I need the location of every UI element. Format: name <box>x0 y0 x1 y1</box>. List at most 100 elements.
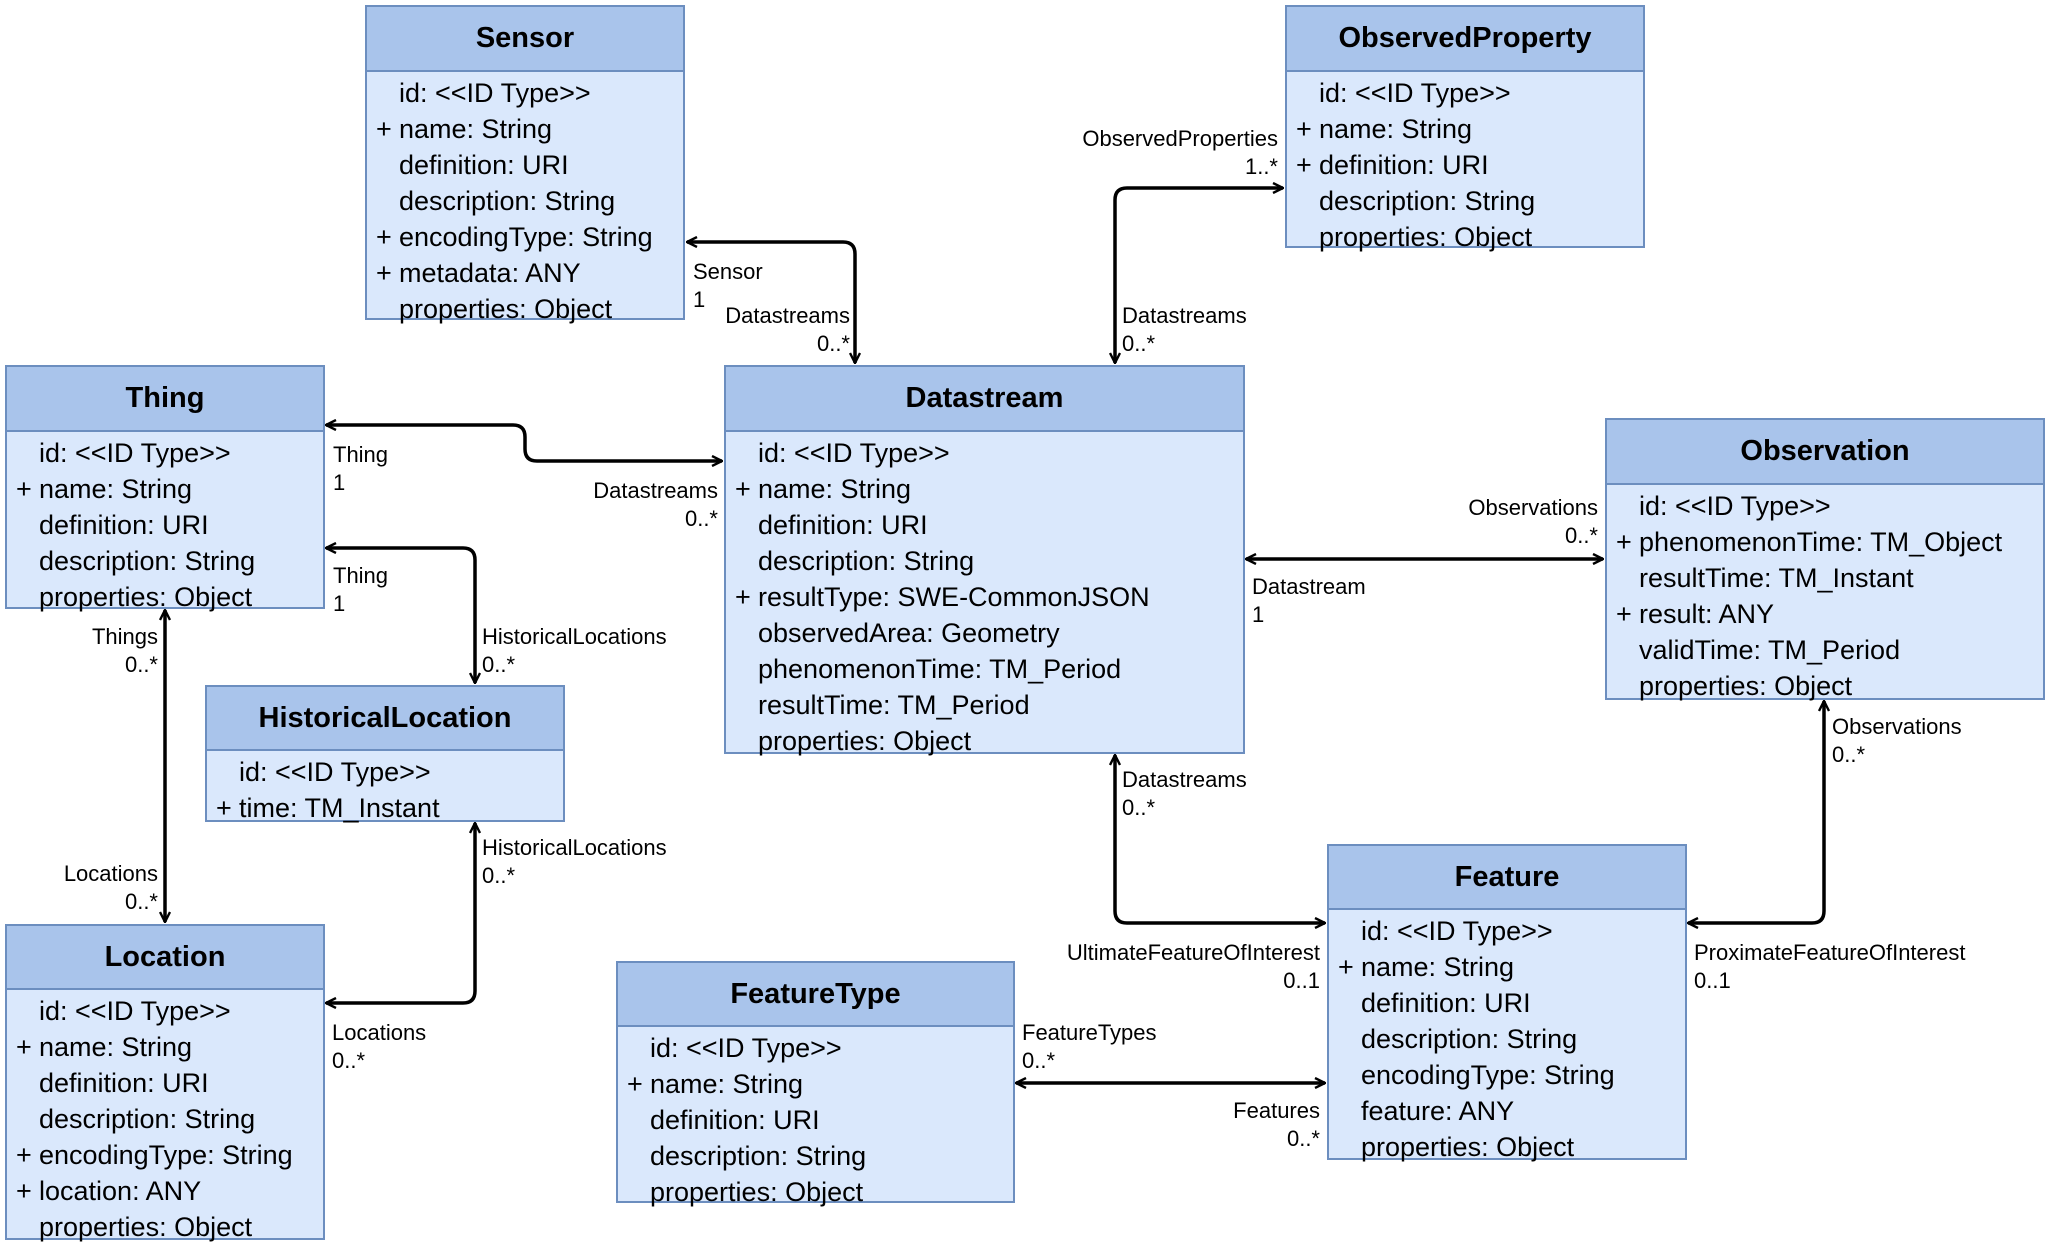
attribute-text: id: <<ID Type>> <box>1639 491 1831 521</box>
class-datastream[interactable]: Datastream id: <<ID Type>> + name: String d… <box>724 365 1245 756</box>
role-label-thing: Thing 1 <box>333 441 388 497</box>
multiplicity: 0..1 <box>1283 968 1320 993</box>
attribute-text: phenomenonTime: TM_Object <box>1639 527 2003 557</box>
attribute-text: properties: Object <box>650 1177 864 1207</box>
attribute-row: id: <<ID Type>> <box>1607 488 2043 524</box>
class-observedproperty[interactable]: ObservedProperty id: <<ID Type>> + name: S… <box>1285 5 1645 252</box>
visibility-marker: + <box>735 474 751 504</box>
multiplicity: 0..* <box>124 652 158 677</box>
role-label-thing: Thing 1 <box>333 562 388 618</box>
attribute-row: + encodingType: String <box>367 219 683 255</box>
attribute-text: id: <<ID Type>> <box>650 1033 842 1063</box>
multiplicity: 0..* <box>816 331 850 356</box>
attribute-text: definition: URI <box>650 1105 820 1135</box>
attribute-text: resultTime: TM_Instant <box>1639 563 1914 593</box>
attribute-row: description: String <box>1329 1021 1685 1057</box>
attribute-list: id: <<ID Type>> + name: String + definition:… <box>1287 72 1643 252</box>
attribute-text: encodingType: String <box>399 222 653 252</box>
attribute-row: + name: String <box>1329 949 1685 985</box>
role-label-datastream: Datastream 1 <box>1252 573 1366 629</box>
attribute-row: definition: URI <box>367 147 683 183</box>
attribute-text: id: <<ID Type>> <box>399 78 591 108</box>
attribute-row: id: <<ID Type>> <box>1329 913 1685 949</box>
connector-historicallocation-location[interactable] <box>326 823 475 1003</box>
role-label-locations: Locations 0..* <box>64 860 158 916</box>
attribute-text: id: <<ID Type>> <box>1361 916 1553 946</box>
class-historicallocation[interactable]: HistoricalLocation id: <<ID Type>> + time:… <box>205 685 565 823</box>
attribute-text: id: <<ID Type>> <box>39 996 231 1026</box>
role-label-proximatefeatureofinterest: ProximateFeatureOfInterest 0..1 <box>1694 939 1965 995</box>
multiplicity: 1 <box>1252 602 1265 627</box>
attribute-list: id: <<ID Type>> + name: String definition: … <box>618 1027 1013 1207</box>
class-title: Feature <box>1329 846 1685 910</box>
attribute-row: + encodingType: String <box>7 1137 323 1173</box>
attribute-text: observedArea: Geometry <box>758 618 1060 648</box>
attribute-text: id: <<ID Type>> <box>239 757 431 787</box>
attribute-text: result: ANY <box>1639 599 1775 629</box>
role-name: HistoricalLocations <box>482 624 667 649</box>
attribute-text: id: <<ID Type>> <box>758 438 950 468</box>
attribute-row: + resultType: SWE-CommonJSON <box>726 579 1243 615</box>
attribute-row: + name: String <box>726 471 1243 507</box>
attribute-text: definition: URI <box>399 150 569 180</box>
attribute-text: properties: Object <box>1639 671 1853 701</box>
role-label-ultimatefeatureofinterest: UltimateFeatureOfInterest 0..1 <box>1067 939 1320 995</box>
attribute-row: feature: ANY <box>1329 1093 1685 1129</box>
role-label-historicallocations: HistoricalLocations 0..* <box>482 623 667 679</box>
attribute-text: name: String <box>39 474 193 504</box>
attribute-row: + location: ANY <box>7 1173 323 1209</box>
visibility-marker: + <box>16 1176 32 1206</box>
role-name: Locations <box>63 861 158 886</box>
attribute-text: time: TM_Instant <box>239 793 440 823</box>
attribute-list: id: <<ID Type>> + name: String definition: … <box>1329 910 1685 1162</box>
attribute-list: id: <<ID Type>> + name: String definition: … <box>7 990 323 1242</box>
role-name: Sensor <box>693 259 763 284</box>
connector-observation-feature[interactable] <box>1688 701 1824 923</box>
multiplicity: 0..* <box>1286 1126 1320 1151</box>
class-thing[interactable]: Thing id: <<ID Type>> + name: String defini… <box>5 365 325 612</box>
role-name: Datastreams <box>593 478 718 503</box>
class-featuretype[interactable]: FeatureType id: <<ID Type>> + name: String… <box>616 961 1015 1207</box>
attribute-text: validTime: TM_Period <box>1639 635 1901 665</box>
visibility-marker: + <box>1338 952 1354 982</box>
attribute-list: id: <<ID Type>> + time: TM_Instant <box>207 751 563 823</box>
attribute-text: properties: Object <box>39 1212 253 1242</box>
attribute-row: id: <<ID Type>> <box>7 435 323 471</box>
multiplicity: 0..* <box>1122 331 1156 356</box>
attribute-text: resultType: SWE-CommonJSON <box>758 582 1150 612</box>
multiplicity: 0..* <box>1122 795 1156 820</box>
class-title: HistoricalLocation <box>207 687 563 751</box>
attribute-text: name: String <box>650 1069 804 1099</box>
attribute-row: description: String <box>618 1138 1013 1174</box>
role-name: ObservedProperties <box>1082 126 1278 151</box>
role-label-datastreams: Datastreams 0..* <box>1122 302 1247 358</box>
attribute-row: description: String <box>367 183 683 219</box>
attribute-text: properties: Object <box>1319 222 1533 252</box>
class-title: Sensor <box>367 7 683 72</box>
attribute-text: description: String <box>1319 186 1536 216</box>
class-location[interactable]: Location id: <<ID Type>> + name: String def… <box>5 924 325 1242</box>
attribute-text: definition: URI <box>1361 988 1531 1018</box>
role-label-observations: Observations 0..* <box>1832 713 1962 769</box>
role-name: Thing <box>333 442 389 467</box>
attribute-row: + name: String <box>367 111 683 147</box>
role-label-featuretypes: FeatureTypes 0..* <box>1022 1019 1157 1075</box>
role-label-locations: Locations 0..* <box>332 1019 426 1075</box>
multiplicity: 0..* <box>332 1048 366 1073</box>
class-feature[interactable]: Feature id: <<ID Type>> + name: String defi… <box>1327 844 1687 1162</box>
class-observation[interactable]: Observation id: <<ID Type>> + phenomenonTi… <box>1605 418 2045 701</box>
multiplicity: 1..* <box>1244 154 1278 179</box>
role-label-datastreams: Datastreams 0..* <box>725 302 850 358</box>
attribute-row: phenomenonTime: TM_Period <box>726 651 1243 687</box>
class-title: Location <box>7 926 323 990</box>
attribute-text: properties: Object <box>399 294 613 324</box>
class-sensor[interactable]: Sensor id: <<ID Type>> + name: String defin… <box>365 5 685 324</box>
attribute-text: definition: URI <box>1319 150 1489 180</box>
class-title: Datastream <box>726 367 1243 432</box>
attribute-list: id: <<ID Type>> + name: String definition: … <box>7 432 323 612</box>
attribute-text: location: ANY <box>39 1176 202 1206</box>
attribute-text: name: String <box>399 114 553 144</box>
multiplicity: 0..* <box>684 506 718 531</box>
attribute-row: id: <<ID Type>> <box>726 435 1243 471</box>
attribute-row: description: String <box>7 543 323 579</box>
